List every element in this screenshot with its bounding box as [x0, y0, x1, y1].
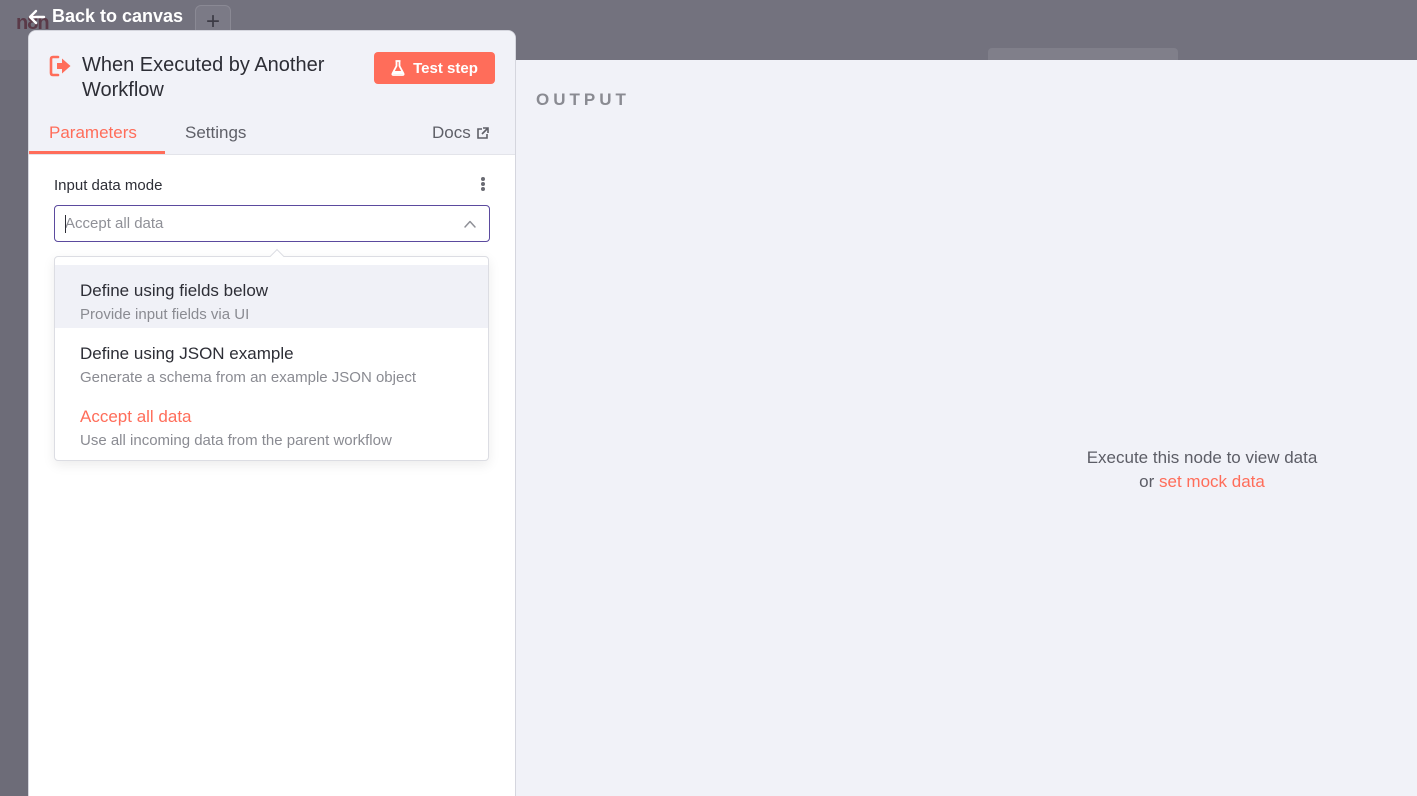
- output-title: OUTPUT: [536, 90, 630, 109]
- text-caret: [65, 215, 66, 233]
- input-data-mode-select[interactable]: Accept all data: [54, 205, 490, 242]
- sign-in-icon: [49, 55, 71, 77]
- chevron-up-icon: [464, 220, 476, 228]
- tab-parameters[interactable]: Parameters: [49, 123, 137, 143]
- tab-settings[interactable]: Settings: [185, 123, 246, 143]
- option-define-json[interactable]: Define using JSON example Generate a sch…: [55, 328, 488, 391]
- parameter-options-icon[interactable]: [479, 175, 487, 193]
- option-label: Define using JSON example: [80, 344, 294, 363]
- option-description: Use all incoming data from the parent wo…: [80, 432, 392, 449]
- output-empty-message: Execute this node to view data: [1086, 448, 1318, 467]
- arrow-left-icon: [28, 9, 46, 24]
- docs-label: Docs: [432, 123, 471, 142]
- option-description: Generate a schema from an example JSON o…: [80, 369, 416, 386]
- option-define-fields[interactable]: Define using fields below Provide input …: [55, 265, 488, 328]
- active-tab-indicator: [29, 151, 165, 154]
- back-to-canvas-link[interactable]: Back to canvas: [28, 6, 183, 27]
- flask-icon: [391, 60, 405, 76]
- node-header: When Executed by Another Workflow Test s…: [29, 31, 515, 155]
- docs-link[interactable]: Docs: [432, 123, 489, 143]
- output-pane: OUTPUT Execute this node to view data or…: [490, 60, 1417, 796]
- input-data-mode-label: Input data mode: [54, 177, 163, 194]
- option-label: Accept all data: [80, 407, 192, 426]
- test-step-label: Test step: [413, 59, 478, 77]
- back-to-canvas-label: Back to canvas: [52, 6, 184, 26]
- node-title: When Executed by Another Workflow: [82, 54, 325, 101]
- output-or-text: or: [1139, 472, 1155, 491]
- test-step-button[interactable]: Test step: [374, 52, 495, 84]
- external-link-icon: [476, 126, 489, 139]
- option-description: Provide input fields via UI: [80, 306, 250, 323]
- set-mock-data-link[interactable]: set mock data: [1159, 472, 1265, 491]
- option-accept-all[interactable]: Accept all data Use all incoming data fr…: [55, 391, 488, 454]
- option-label: Define using fields below: [80, 281, 269, 300]
- input-data-mode-dropdown: Define using fields below Provide input …: [54, 248, 489, 461]
- output-empty-state: Execute this node to view data or set mo…: [1010, 446, 1394, 494]
- output-mock-line: or set mock data: [1010, 470, 1394, 494]
- select-value: Accept all data: [65, 215, 164, 232]
